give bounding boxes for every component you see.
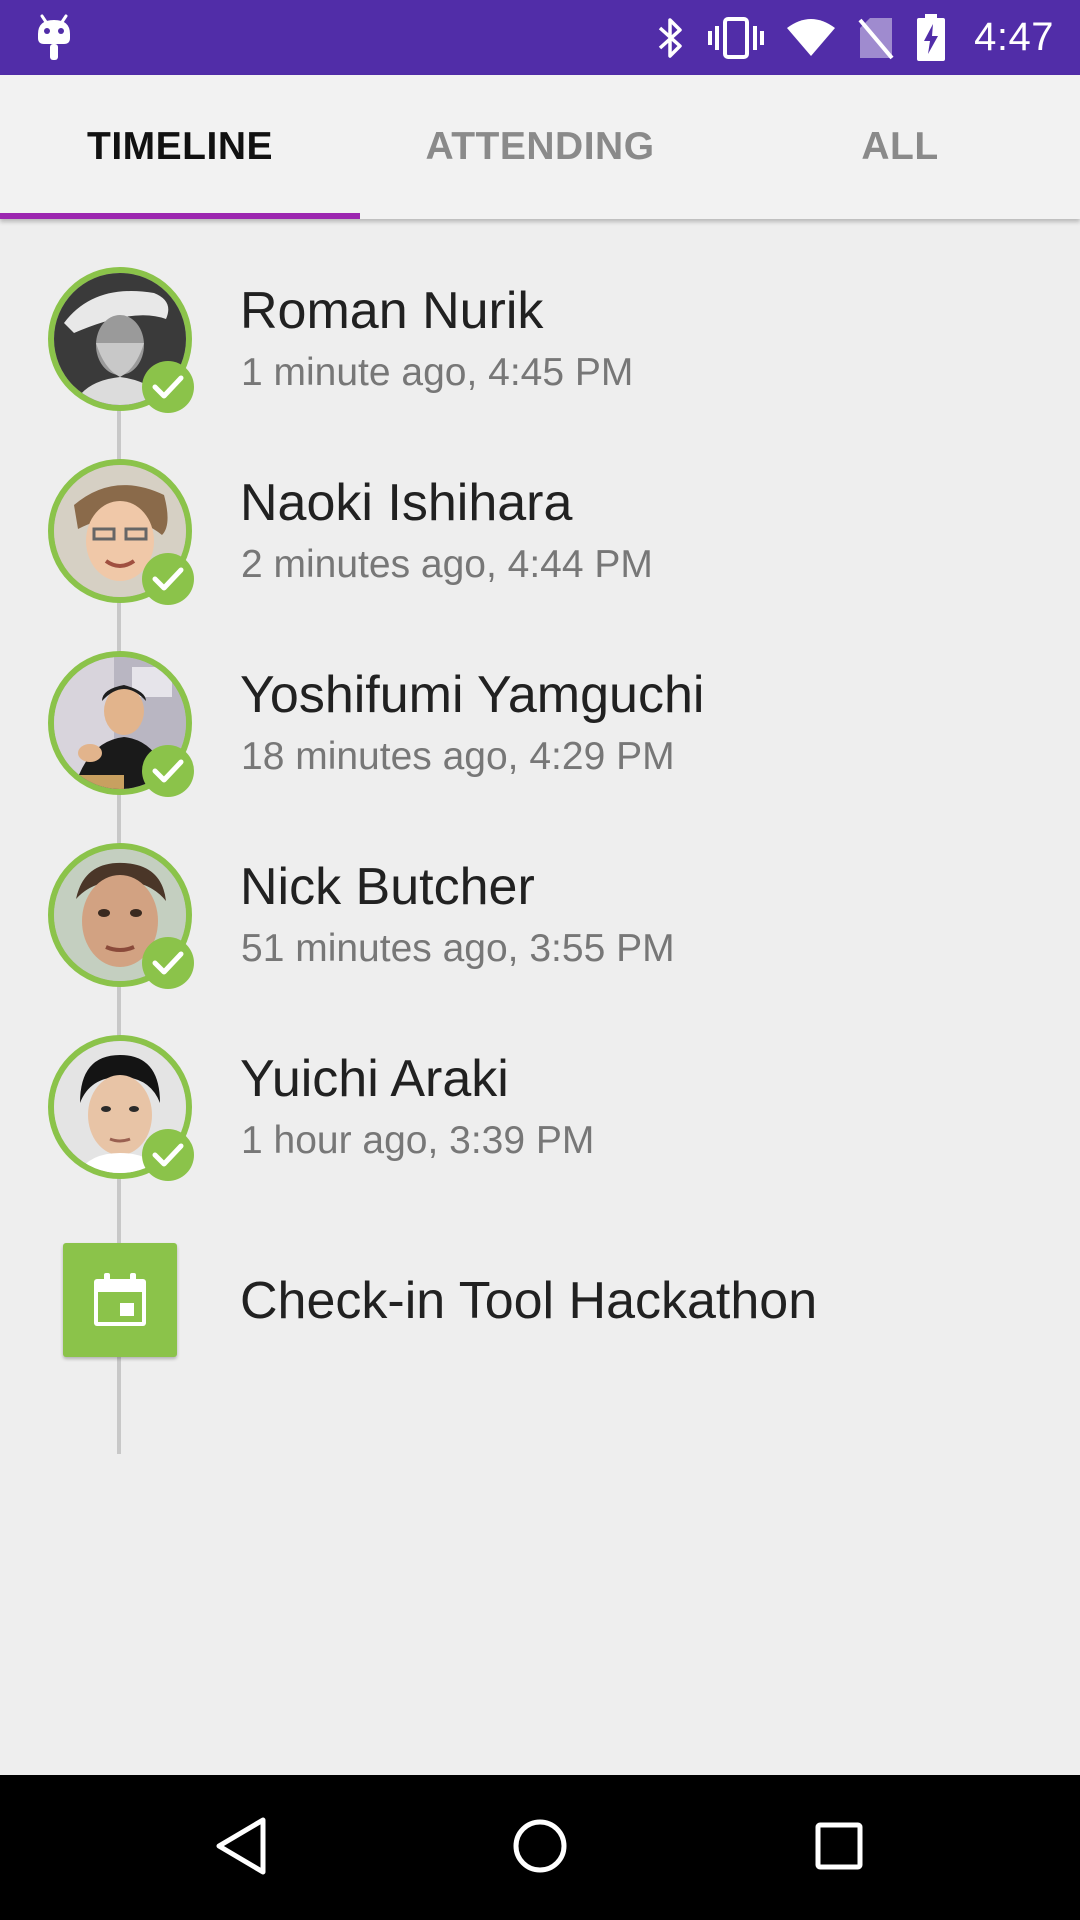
attendee-name: Naoki Ishihara	[240, 474, 573, 532]
battery-charging-icon	[916, 13, 946, 62]
no-sim-icon	[858, 16, 894, 60]
wifi-icon	[786, 18, 836, 58]
event-title: Check-in Tool Hackathon	[240, 1272, 818, 1330]
avatar-container	[48, 1035, 194, 1181]
tab-all[interactable]: ALL	[720, 75, 1080, 219]
tab-timeline[interactable]: TIMELINE	[0, 75, 360, 219]
back-button[interactable]	[171, 1775, 311, 1920]
home-button[interactable]	[470, 1775, 610, 1920]
attendee-name: Yuichi Araki	[240, 1050, 509, 1108]
checked-in-badge-icon	[142, 937, 194, 989]
attendee-name: Yoshifumi Yamguchi	[240, 666, 705, 724]
timeline-entry[interactable]: Nick Butcher 51 minutes ago, 3:55 PM	[0, 795, 1080, 989]
timeline-entry[interactable]: Roman Nurik 1 minute ago, 4:45 PM	[0, 219, 1080, 413]
checked-in-badge-icon	[142, 553, 194, 605]
checkin-time: 51 minutes ago, 3:55 PM	[241, 927, 675, 970]
checkin-time: 18 minutes ago, 4:29 PM	[241, 735, 675, 778]
tab-bar: TIMELINE ATTENDING ALL	[0, 75, 1080, 219]
bluetooth-icon	[656, 16, 686, 60]
back-icon	[213, 1816, 269, 1880]
tab-attending[interactable]: ATTENDING	[360, 75, 720, 219]
timeline-entry[interactable]: Yuichi Araki 1 hour ago, 3:39 PM	[0, 987, 1080, 1181]
avatar-container	[48, 843, 194, 989]
attendee-name: Roman Nurik	[240, 282, 544, 340]
avatar-container	[48, 651, 194, 797]
status-bar: 4:47	[0, 0, 1080, 75]
clock-time: 4:47	[974, 15, 1054, 59]
event-entry[interactable]: Check-in Tool Hackathon	[0, 1219, 1080, 1379]
checked-in-badge-icon	[142, 1129, 194, 1181]
attendee-name: Nick Butcher	[240, 858, 535, 916]
checked-in-badge-icon	[142, 745, 194, 797]
vibrate-icon	[708, 16, 765, 60]
recents-icon	[814, 1821, 864, 1875]
navigation-bar	[0, 1775, 1080, 1920]
active-tab-indicator	[0, 213, 360, 219]
calendar-icon	[63, 1243, 177, 1357]
checkin-time: 1 minute ago, 4:45 PM	[241, 351, 634, 394]
recents-button[interactable]	[769, 1775, 909, 1920]
avatar-container	[48, 267, 194, 413]
android-debug-icon	[34, 14, 74, 62]
timeline-entry[interactable]: Yoshifumi Yamguchi 18 minutes ago, 4:29 …	[0, 603, 1080, 797]
checkin-time: 1 hour ago, 3:39 PM	[241, 1119, 595, 1162]
checked-in-badge-icon	[142, 361, 194, 413]
timeline-entry[interactable]: Naoki Ishihara 2 minutes ago, 4:44 PM	[0, 411, 1080, 605]
home-icon	[512, 1818, 568, 1878]
checkin-time: 2 minutes ago, 4:44 PM	[241, 543, 653, 586]
timeline-list: Roman Nurik 1 minute ago, 4:45 PM Naoki …	[0, 219, 1080, 1775]
avatar-container	[48, 459, 194, 605]
